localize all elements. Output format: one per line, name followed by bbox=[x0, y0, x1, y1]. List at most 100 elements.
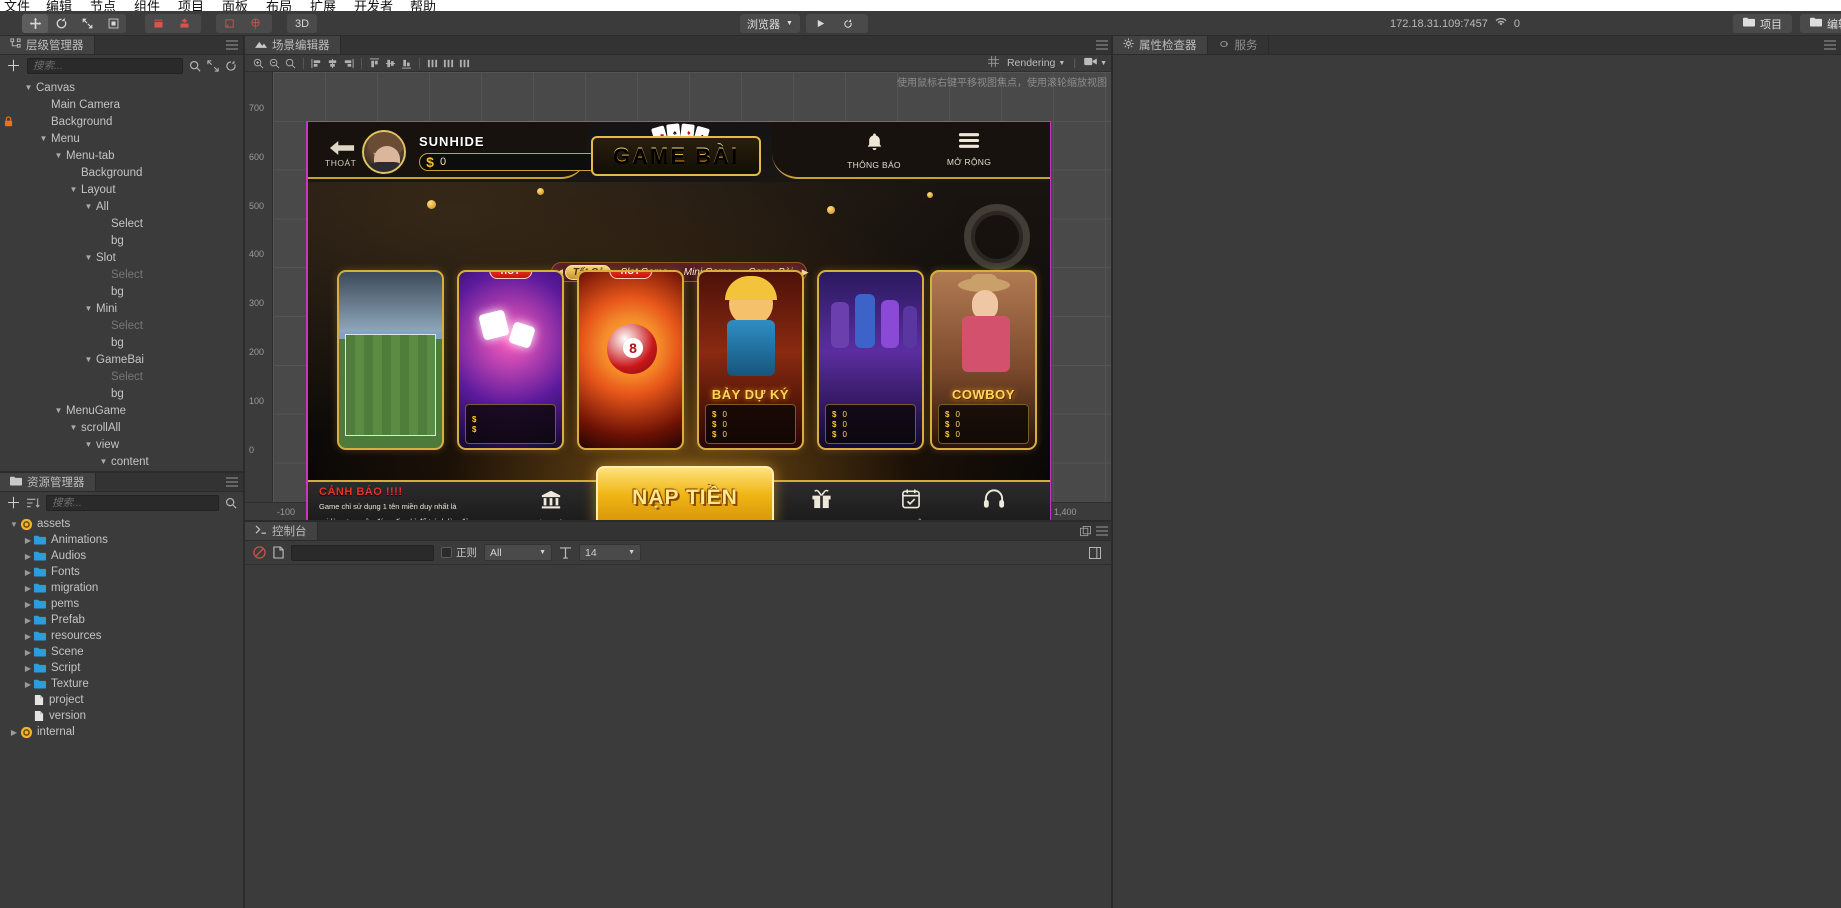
chevron-right-icon[interactable]: ▶ bbox=[22, 632, 34, 641]
chevron-right-icon[interactable]: ▶ bbox=[22, 664, 34, 673]
hierarchy-node-background[interactable]: Background bbox=[0, 164, 243, 181]
hierarchy-node-content[interactable]: ▼content bbox=[0, 453, 243, 470]
splitter-scene-console[interactable] bbox=[245, 520, 1113, 522]
asset-node-script[interactable]: ▶Script bbox=[0, 660, 243, 676]
chevron-right-icon[interactable]: ▶ bbox=[22, 680, 34, 689]
clear-console-icon[interactable] bbox=[253, 546, 266, 559]
chevron-right-icon[interactable]: ▶ bbox=[22, 536, 34, 545]
hierarchy-node-main-camera[interactable]: Main Camera bbox=[0, 96, 243, 113]
mode-3d-button[interactable]: 3D bbox=[287, 14, 317, 33]
chevron-down-icon[interactable]: ▼ bbox=[68, 185, 79, 194]
chevron-right-icon[interactable]: ▶ bbox=[22, 600, 34, 609]
asset-node-pems[interactable]: ▶pems bbox=[0, 596, 243, 612]
rect-tool-icon[interactable] bbox=[100, 14, 126, 33]
notification-button[interactable]: THÔNG BÁO bbox=[842, 132, 906, 171]
align-bottom-icon[interactable] bbox=[399, 56, 414, 70]
hierarchy-node-bg[interactable]: bg bbox=[0, 232, 243, 249]
chevron-down-icon[interactable]: ▼ bbox=[83, 440, 94, 449]
expand-all-icon[interactable] bbox=[207, 60, 219, 72]
asset-node-texture[interactable]: ▶Texture bbox=[0, 676, 243, 692]
chevron-right-icon[interactable]: ▶ bbox=[22, 584, 34, 593]
chevron-down-icon[interactable]: ▼ bbox=[53, 406, 64, 415]
hierarchy-node-menu[interactable]: ▼Menu bbox=[0, 130, 243, 147]
menu-item-panel[interactable]: 面板 bbox=[222, 0, 248, 11]
tab-assets[interactable]: 资源管理器 bbox=[0, 473, 96, 491]
align-middle-v-icon[interactable] bbox=[383, 56, 398, 70]
hierarchy-node-menugame[interactable]: ▼MenuGame bbox=[0, 402, 243, 419]
menu-item-edit[interactable]: 编辑 bbox=[46, 0, 72, 11]
add-node-icon[interactable]: ＋ bbox=[6, 59, 21, 74]
console-collapse-icon[interactable] bbox=[1089, 547, 1101, 559]
withdraw-button[interactable]: RÚT TIỀN bbox=[515, 488, 587, 520]
sort-icon[interactable] bbox=[27, 497, 40, 509]
avengers-card[interactable]: $0 $0 $0 bbox=[817, 270, 924, 450]
align-top-icon[interactable] bbox=[367, 56, 382, 70]
hierarchy-node-bg[interactable]: bg bbox=[0, 283, 243, 300]
hierarchy-node-background[interactable]: Background bbox=[0, 113, 243, 130]
zoom-out-icon[interactable] bbox=[267, 56, 282, 70]
console-font-size-select[interactable]: 14 ▼ bbox=[579, 544, 641, 561]
hierarchy-node-scrollall[interactable]: ▼scrollAll bbox=[0, 419, 243, 436]
ball-card[interactable]: HOT 8 bbox=[577, 270, 684, 450]
menu-item-extension[interactable]: 扩展 bbox=[310, 0, 336, 11]
menu-item-project[interactable]: 项目 bbox=[178, 0, 204, 11]
events-button[interactable]: SỰ KIỆN bbox=[875, 488, 947, 520]
splitter-left[interactable] bbox=[243, 36, 245, 908]
chevron-down-icon[interactable]: ▼ bbox=[53, 151, 64, 160]
expand-button[interactable]: MỞ RỘNG bbox=[937, 132, 1001, 168]
hierarchy-node-bg[interactable]: bg bbox=[0, 334, 243, 351]
menu-item-node[interactable]: 节点 bbox=[90, 0, 116, 11]
chevron-right-icon[interactable]: ▶ bbox=[22, 568, 34, 577]
regex-checkbox[interactable] bbox=[441, 547, 452, 558]
rotate-tool-icon[interactable] bbox=[48, 14, 74, 33]
hierarchy-menu-icon[interactable] bbox=[226, 39, 238, 53]
game-canvas-preview[interactable]: THOÁT SUNHIDE 0 $ bbox=[306, 121, 1051, 520]
edit-button[interactable]: 编辑 bbox=[1800, 14, 1841, 33]
play-button[interactable] bbox=[806, 14, 834, 33]
asset-node-project[interactable]: project bbox=[0, 692, 243, 708]
lock-icon[interactable] bbox=[4, 116, 13, 127]
chevron-down-icon[interactable]: ▼ bbox=[8, 520, 20, 529]
create-asset-icon[interactable]: ＋ bbox=[6, 496, 21, 511]
rendering-mode-select[interactable]: Rendering ▼ bbox=[1007, 57, 1065, 69]
hierarchy-node-canvas[interactable]: ▼Canvas bbox=[0, 79, 243, 96]
hierarchy-node-bg[interactable]: bg bbox=[0, 385, 243, 402]
scale-tool-icon[interactable] bbox=[74, 14, 100, 33]
align-left-icon[interactable] bbox=[309, 56, 324, 70]
menu-item-developer[interactable]: 开发者 bbox=[354, 0, 393, 11]
main-menu-bar[interactable]: 文件 编辑 节点 组件 项目 面板 布局 扩展 开发者 帮助 bbox=[0, 0, 1841, 11]
search-icon[interactable] bbox=[189, 60, 201, 72]
chevron-right-icon[interactable]: ▶ bbox=[22, 552, 34, 561]
zoom-reset-icon[interactable] bbox=[283, 56, 298, 70]
tab-service[interactable]: 服务 bbox=[1208, 36, 1269, 54]
chevron-down-icon[interactable]: ▼ bbox=[23, 83, 34, 92]
hierarchy-node-layout[interactable]: ▼Layout bbox=[0, 181, 243, 198]
chevron-down-icon[interactable]: ▼ bbox=[98, 457, 109, 466]
giftcode-button[interactable]: GIFTCODE bbox=[785, 488, 857, 520]
assets-tree[interactable]: ▼assets▶Animations▶Audios▶Fonts▶migratio… bbox=[0, 514, 243, 740]
hierarchy-search-input[interactable] bbox=[33, 60, 177, 72]
asset-node-audios[interactable]: ▶Audios bbox=[0, 548, 243, 564]
menu-item-layout[interactable]: 布局 bbox=[266, 0, 292, 11]
hierarchy-node-select[interactable]: Select bbox=[0, 368, 243, 385]
hierarchy-node-all[interactable]: ▼All bbox=[0, 198, 243, 215]
dice-card[interactable]: HOT $ $ bbox=[457, 270, 564, 450]
hierarchy-node-select[interactable]: Select bbox=[0, 317, 243, 334]
console-popout-icon[interactable] bbox=[1080, 526, 1091, 540]
hierarchy-node-menu-tab[interactable]: ▼Menu-tab bbox=[0, 147, 243, 164]
chevron-down-icon[interactable]: ▼ bbox=[38, 134, 49, 143]
assets-search-input[interactable] bbox=[52, 497, 213, 509]
asset-node-assets[interactable]: ▼assets bbox=[0, 516, 243, 532]
chevron-down-icon[interactable]: ▼ bbox=[83, 355, 94, 364]
chevron-right-icon[interactable]: ▶ bbox=[8, 728, 20, 737]
hierarchy-node-select[interactable]: Select bbox=[0, 266, 243, 283]
hierarchy-node-slot[interactable]: ▼Slot bbox=[0, 249, 243, 266]
grid-toggle-icon[interactable] bbox=[988, 56, 999, 70]
asset-node-version[interactable]: version bbox=[0, 708, 243, 724]
assets-menu-icon[interactable] bbox=[226, 476, 238, 490]
hierarchy-search-box[interactable] bbox=[27, 58, 183, 74]
tab-scene-editor[interactable]: 场景编辑器 bbox=[245, 36, 341, 54]
assets-search-icon[interactable] bbox=[225, 497, 237, 509]
avatar[interactable] bbox=[362, 130, 406, 174]
chevron-down-icon[interactable]: ▼ bbox=[83, 304, 94, 313]
